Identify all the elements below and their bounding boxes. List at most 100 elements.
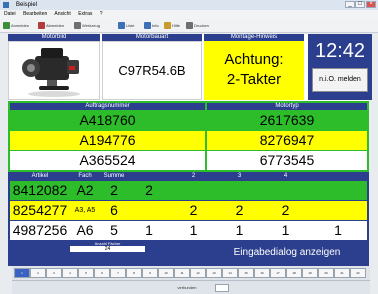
status-tab-14[interactable]: 14 (222, 268, 238, 278)
order-row-3-motortyp: 6773545 (207, 151, 367, 170)
status-tab-20[interactable]: 20 (318, 268, 334, 278)
article-row: 8254277 A3, A5 6 2 2 2 (10, 201, 367, 220)
status-tab-13[interactable]: 13 (206, 268, 222, 278)
status-tab-12[interactable]: 12 (190, 268, 206, 278)
status-tab-2[interactable]: 2 (30, 268, 46, 278)
article-row: 4987256 A6 5 1 1 1 1 1 (10, 221, 367, 240)
article-col4 (263, 181, 308, 200)
order-row-3-auftrag: A365524 (10, 151, 205, 170)
status-tab-21[interactable]: 21 (334, 268, 350, 278)
toolbar-button-drucken[interactable]: Drucken (186, 21, 209, 31)
article-col5 (309, 201, 367, 220)
toolbar-button-info[interactable]: Info (144, 21, 159, 31)
fach-header: Fach (71, 173, 99, 180)
col3-header: 3 (217, 173, 262, 180)
col4-header: 4 (263, 173, 308, 180)
status-tab-18[interactable]: 18 (286, 268, 302, 278)
main-panel: Motorbild Motorbauart Montage-Hinweis C9… (8, 34, 372, 266)
title-bar: Beispiel _ □ × (0, 0, 378, 10)
motorbauart-header: Motorbauart (102, 34, 202, 41)
minimize-button[interactable]: _ (345, 1, 355, 8)
maximize-button[interactable]: □ (355, 1, 365, 8)
tool-icon (74, 22, 81, 30)
status-tab-4[interactable]: 4 (62, 268, 78, 278)
menu-item-datei[interactable]: Datei (4, 11, 16, 17)
article-col2: 1 (189, 222, 198, 238)
status-tab-9[interactable]: 9 (142, 268, 158, 278)
auftragsnummer-header: Auftragsnummer (10, 103, 205, 110)
status-bar: 1 2 3 4 5 6 7 8 9 10 11 12 13 14 15 16 17 18 19 20 21 22 verb… (12, 266, 370, 294)
article-col4: 2 (281, 202, 290, 218)
article-col3: 1 (235, 222, 244, 238)
article-row: 8412082 A2 2 2 (10, 181, 367, 200)
menu-item-help[interactable]: ? (100, 11, 103, 17)
status-tab-15[interactable]: 15 (238, 268, 254, 278)
toolbar-button-werkzeug[interactable]: Werkzeug (74, 21, 100, 31)
motortyp-header: Motortyp (207, 103, 367, 110)
article-col2 (171, 181, 216, 200)
anzahl-faecher-value: 24 (70, 246, 145, 252)
montage-hinweis-value: Achtung: 2-Takter (204, 41, 304, 100)
login-icon (3, 22, 10, 30)
order-row-1-motortyp: 2617639 (207, 111, 367, 130)
logout-icon (38, 22, 45, 30)
nio-report-button[interactable]: n.i.O. melden (312, 68, 368, 92)
application-window: Beispiel _ □ × Datei Bearbeiten Ansicht … (0, 0, 378, 294)
article-col2: 2 (189, 202, 198, 218)
close-button[interactable]: × (366, 1, 376, 8)
article-fach: A3, A5 (74, 207, 96, 214)
status-tab-6[interactable]: 6 (94, 268, 110, 278)
montage-hinweis-header: Montage-Hinweis (204, 34, 304, 41)
status-tab-22[interactable]: 22 (350, 268, 366, 278)
col5-header (309, 173, 367, 180)
order-row-2-auftrag: A194776 (10, 131, 205, 150)
article-col5: 1 (334, 222, 342, 238)
summe-header: Summe (100, 173, 128, 180)
status-tab-16[interactable]: 16 (254, 268, 270, 278)
article-col1 (129, 201, 169, 220)
motorbauart-value: C97R54.6B (102, 41, 202, 100)
article-summe: 5 (110, 222, 118, 238)
status-tab-10[interactable]: 10 (158, 268, 174, 278)
motorbild-header: Motorbild (8, 34, 100, 41)
article-number: 4987256 (12, 222, 68, 238)
article-fach: A6 (76, 222, 94, 238)
menu-item-extras[interactable]: Extras (78, 11, 92, 17)
toolbar-button-hilfe[interactable]: Hilfe (164, 21, 180, 31)
artikel-header: Artikel (10, 173, 70, 180)
col2-header: 2 (171, 173, 216, 180)
window-title: Beispiel (16, 2, 38, 8)
article-col1: 1 (145, 222, 153, 238)
status-tab-1[interactable]: 1 (14, 268, 30, 278)
status-tab-3[interactable]: 3 (46, 268, 62, 278)
status-tab-19[interactable]: 19 (302, 268, 318, 278)
article-fach: A2 (76, 182, 94, 198)
motor-icon (22, 48, 80, 97)
article-col4: 1 (281, 222, 290, 238)
status-tab-5[interactable]: 5 (78, 268, 94, 278)
article-col1: 2 (145, 182, 153, 198)
status-tab-17[interactable]: 17 (270, 268, 286, 278)
status-tab-11[interactable]: 11 (174, 268, 190, 278)
status-tab-7[interactable]: 7 (110, 268, 126, 278)
order-row-1-auftrag: A418760 (10, 111, 205, 130)
eingabedialog-button[interactable]: Eingabedialog anzeigen (207, 241, 367, 264)
toolbar-button-anmelden[interactable]: Anmelden (3, 21, 29, 31)
app-icon (3, 2, 9, 8)
toolbar-button-abmelden[interactable]: Abmelden (38, 21, 64, 31)
print-icon (186, 22, 193, 30)
col1-header (129, 173, 169, 180)
menu-item-ansicht[interactable]: Ansicht (54, 11, 70, 17)
status-footer-text: verbunden (177, 285, 197, 290)
status-tab-8[interactable]: 8 (126, 268, 142, 278)
order-row-2-motortyp: 8276947 (207, 131, 367, 150)
article-col5 (309, 181, 367, 200)
status-indicator (215, 284, 229, 292)
article-number: 8254277 (12, 202, 68, 218)
help-icon (164, 22, 171, 30)
info-icon (144, 22, 151, 30)
menu-item-bearbeiten[interactable]: Bearbeiten (23, 11, 47, 17)
clock-panel: 12:42 n.i.O. melden (308, 34, 372, 100)
toolbar-button-liste[interactable]: Liste (118, 21, 134, 31)
anzahl-faecher-panel: Anzahl Fächer 24 (10, 241, 205, 253)
